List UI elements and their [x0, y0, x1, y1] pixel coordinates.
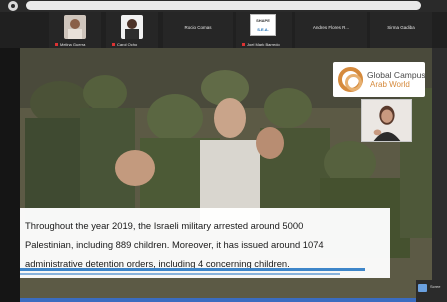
muted-mic-icon [242, 43, 245, 47]
meeting-top-bar [0, 0, 447, 12]
left-sidebar [0, 12, 20, 302]
participant-name: Joel Mark Barredo [242, 42, 280, 47]
shared-slide: Global Campus Arab World Throughout the … [20, 48, 432, 298]
participant-tile[interactable]: Sirma Gadiba [370, 12, 432, 48]
participant-tile[interactable]: Rocio Comas [163, 12, 233, 48]
participant-name: Carol Ocho [112, 42, 137, 47]
slide-caption: Throughout the year 2019, the Israeli mi… [20, 208, 390, 278]
caption-underline [20, 268, 365, 271]
screen-share-indicator[interactable]: Scree [416, 280, 447, 302]
participant-name: Andres Flores R... [312, 25, 350, 30]
caption-underline [20, 273, 340, 275]
participant-tile[interactable]: Andres Flores R... [295, 12, 367, 48]
participant-scroll-bar[interactable] [26, 1, 421, 10]
shape-logo: SHAPE S.E.A. [250, 14, 276, 36]
avatar [64, 15, 86, 39]
participant-strip: Melina Guerra Carol Ocho Rocio Comas SHA… [0, 12, 447, 48]
participant-name: Melina Guerra [55, 42, 85, 47]
right-sidebar [432, 12, 447, 302]
participant-name: Rocio Comas [184, 25, 212, 30]
caption-line: Throughout the year 2019, the Israeli mi… [25, 220, 304, 231]
participant-tile[interactable]: Carol Ocho [106, 12, 158, 48]
close-icon[interactable] [8, 1, 18, 11]
participant-name: Sirma Gadiba [387, 25, 415, 30]
avatar [121, 15, 143, 39]
global-campus-logo: Global Campus Arab World [333, 62, 426, 97]
screen-share-icon [418, 284, 427, 292]
caption-line: Palestinian, including 889 children. Mor… [25, 239, 324, 250]
slide-progress-bar [20, 298, 432, 302]
globe-logo-icon [338, 67, 363, 92]
muted-mic-icon [55, 43, 58, 47]
participant-tile[interactable]: SHAPE S.E.A. Joel Mark Barredo [236, 12, 292, 48]
participant-tile[interactable]: Melina Guerra [49, 12, 101, 48]
speaker-video[interactable] [361, 99, 412, 142]
muted-mic-icon [112, 43, 115, 47]
